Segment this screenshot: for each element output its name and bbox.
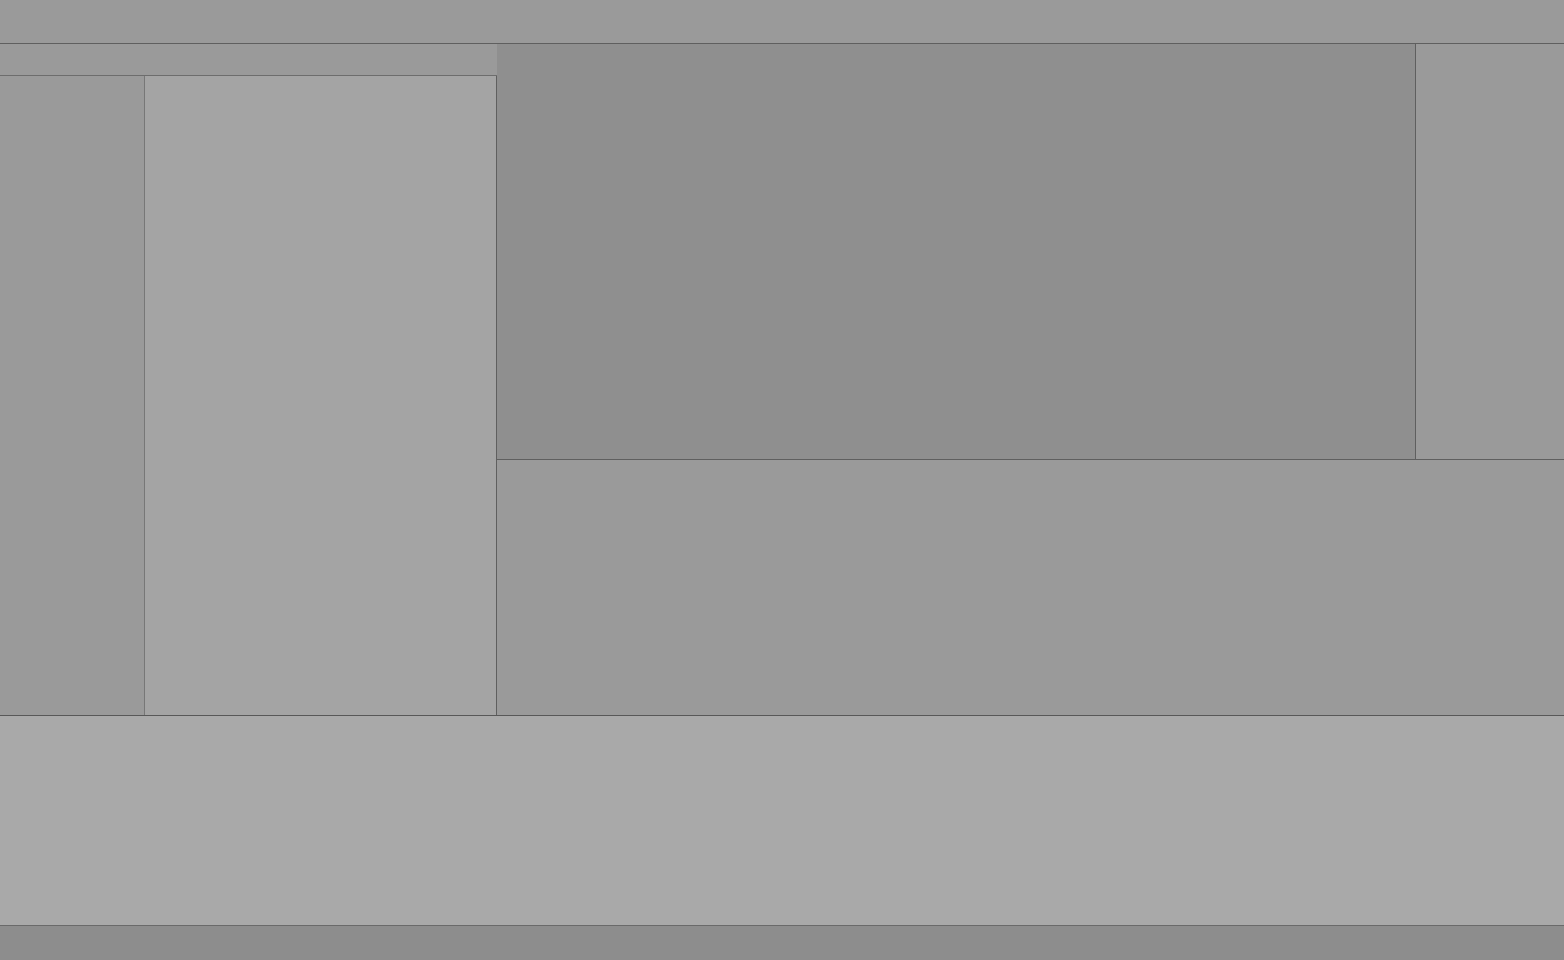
track-header-panel: [1415, 44, 1564, 460]
device-chain-area: [0, 715, 1564, 925]
ableton-live-window: [0, 0, 1564, 960]
transport-toolbar: [0, 0, 1564, 44]
browser-panel: [145, 76, 497, 715]
mixer-section: [497, 460, 1564, 715]
browser-sidebar: [0, 76, 145, 715]
browser-search-row: [0, 44, 497, 76]
arrangement-view[interactable]: [497, 44, 1415, 460]
status-bar: [0, 925, 1564, 960]
